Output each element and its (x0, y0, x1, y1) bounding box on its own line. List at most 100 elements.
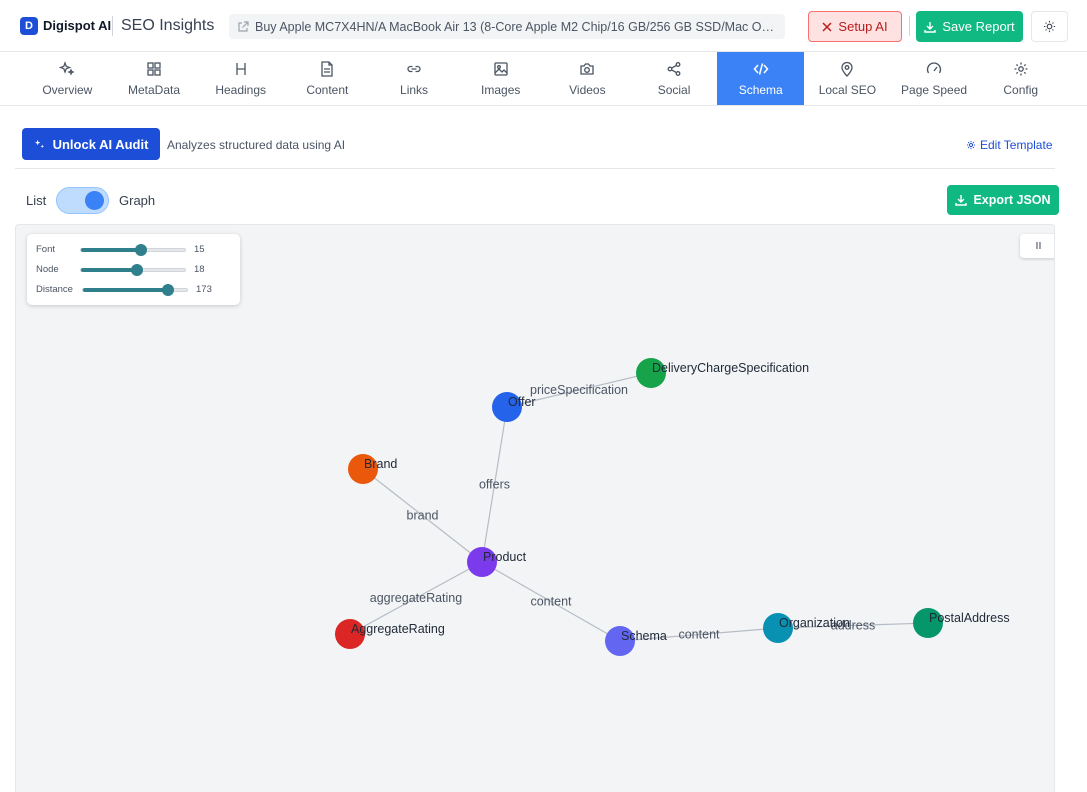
tab-label: Schema (738, 83, 783, 97)
view-toggle-switch[interactable] (56, 187, 109, 214)
map-pin-icon (841, 61, 854, 77)
node-label: DeliveryChargeSpecification (652, 361, 809, 375)
tab-schema[interactable]: Schema (717, 52, 805, 106)
header-divider-2 (909, 16, 910, 36)
sparkles-icon (34, 139, 44, 148)
unlock-ai-audit-label: Unlock AI Audit (52, 136, 149, 152)
tabs-divider (0, 105, 1087, 106)
gear-icon (1014, 62, 1028, 76)
slider-fill (83, 288, 168, 292)
font-size-value: 15 (194, 244, 205, 255)
node-label: PostalAddress (929, 611, 1010, 625)
tab-label: Headings (215, 83, 267, 97)
export-json-label: Export JSON (973, 193, 1051, 207)
share-icon (667, 62, 681, 76)
tab-local-seo[interactable]: Local SEO (804, 52, 891, 106)
gear-icon (966, 140, 976, 150)
logo-icon: D (20, 17, 38, 35)
tab-overview[interactable]: Overview (24, 52, 111, 106)
brand-name: Digispot AI (43, 18, 112, 33)
node-size-control: Node 18 (36, 262, 236, 276)
tab-config[interactable]: Config (977, 52, 1064, 106)
toolbar-divider (15, 168, 1055, 169)
download-icon (924, 21, 937, 33)
image-icon (494, 62, 508, 76)
document-icon (321, 61, 333, 77)
unlock-description: Analyzes structured data using AI (167, 138, 346, 152)
tab-label: Content (306, 83, 349, 97)
node-label: Product (483, 550, 527, 564)
gauge-icon (926, 62, 942, 74)
edge-label: brand (407, 509, 439, 523)
export-json-button[interactable]: Export JSON (947, 185, 1059, 215)
edge-label: priceSpecification (530, 383, 628, 397)
link-icon (407, 65, 421, 73)
node-label: Brand (364, 457, 397, 471)
tab-bar: Overview MetaData Headings Content Links… (24, 52, 1064, 106)
node-label: Schema (621, 629, 667, 643)
tab-images[interactable]: Images (457, 52, 544, 106)
tab-label: Page Speed (901, 83, 968, 97)
distance-slider[interactable] (82, 284, 188, 296)
edge-label: offers (479, 478, 510, 492)
edge-label: content (530, 595, 572, 609)
tab-label: Videos (569, 83, 606, 97)
theme-toggle-button[interactable] (1031, 11, 1068, 42)
font-size-slider[interactable] (80, 244, 186, 256)
edit-template-label: Edit Template (980, 138, 1053, 152)
tab-metadata[interactable]: MetaData (111, 52, 198, 106)
tab-label: Local SEO (818, 83, 877, 97)
pause-simulation-button[interactable]: II (1020, 234, 1054, 258)
slider-fill (81, 248, 142, 252)
app-title: SEO Insights (121, 17, 215, 34)
node-label: Offer (508, 395, 536, 409)
app-header: D Digispot AI SEO Insights Buy Apple MC7… (0, 0, 1087, 52)
slider-thumb[interactable] (135, 244, 148, 256)
setup-ai-label: Setup AI (838, 19, 888, 34)
edit-template-link[interactable]: Edit Template (966, 138, 1053, 152)
code-icon (753, 63, 769, 75)
graph-view-label: Graph (119, 193, 156, 208)
slider-thumb[interactable] (161, 284, 174, 296)
sun-icon (1043, 20, 1056, 33)
edge-label: content (678, 628, 720, 642)
tab-label: MetaData (127, 83, 181, 97)
tab-label: Links (400, 83, 429, 97)
tab-videos[interactable]: Videos (544, 52, 631, 106)
save-report-button[interactable]: Save Report (916, 11, 1023, 42)
tab-label: Social (657, 83, 691, 97)
tab-label: Config (1003, 83, 1039, 97)
font-size-control: Font 15 (36, 242, 236, 256)
slider-thumb[interactable] (131, 264, 144, 276)
sparkles-icon (59, 61, 75, 76)
tab-content[interactable]: Content (284, 52, 371, 106)
edge-label: aggregateRating (370, 591, 462, 605)
external-link-icon (238, 20, 249, 32)
tab-social[interactable]: Social (631, 52, 718, 106)
header-divider (112, 16, 113, 36)
tab-label: Overview (42, 83, 93, 97)
grid-icon (147, 62, 161, 76)
distance-value: 173 (196, 284, 212, 295)
node-size-slider[interactable] (80, 264, 186, 276)
camera-icon (580, 63, 595, 75)
font-size-label: Font (36, 244, 56, 255)
distance-control: Distance 173 (36, 282, 236, 296)
tab-links[interactable]: Links (371, 52, 458, 106)
schema-graph-panel[interactable]: priceSpecification offers brand aggregateRa… (15, 224, 1055, 792)
page-url[interactable]: Buy Apple MC7X4HN/A MacBook Air 13 (8-Co… (229, 14, 785, 39)
tab-label: Images (481, 83, 521, 97)
close-icon (822, 21, 832, 32)
setup-ai-button[interactable]: Setup AI (808, 11, 902, 42)
schema-graph[interactable]: priceSpecification offers brand aggregateRa… (16, 225, 1055, 792)
node-label: AggregateRating (351, 622, 445, 636)
node-size-value: 18 (194, 264, 205, 275)
list-view-label: List (26, 193, 47, 208)
toggle-knob (85, 191, 104, 210)
tab-headings[interactable]: Headings (197, 52, 284, 106)
slider-fill (81, 268, 138, 272)
tab-page-speed[interactable]: Page Speed (891, 52, 978, 106)
unlock-ai-audit-button[interactable]: Unlock AI Audit (22, 128, 160, 160)
page-url-text: Buy Apple MC7X4HN/A MacBook Air 13 (8-Co… (255, 19, 777, 34)
save-report-label: Save Report (942, 19, 1015, 34)
